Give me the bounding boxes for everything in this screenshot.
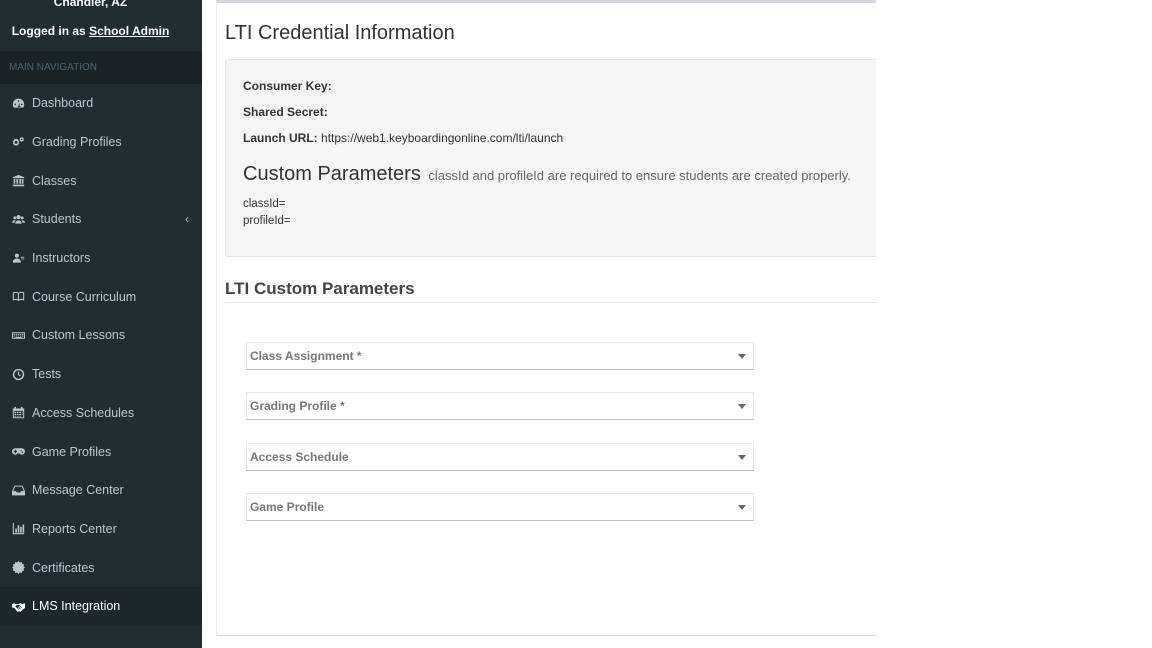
- select-placeholder: Game Profile: [250, 500, 325, 514]
- user-location: Chandler, AZ: [53, 0, 128, 9]
- users-icon: [11, 212, 26, 226]
- sidebar-item-message-center[interactable]: Message Center: [0, 471, 202, 510]
- grading-profile-select[interactable]: Grading Profile *: [246, 392, 754, 420]
- sidebar-item-label: Access Schedules: [32, 405, 135, 420]
- sidebar-item-dashboard[interactable]: Dashboard: [0, 84, 202, 123]
- sidebar-item-label: Game Profiles: [32, 444, 112, 459]
- param-profile-id: profileId=: [243, 215, 291, 227]
- certificate-icon: [11, 561, 26, 575]
- sidebar-item-label: Reports Center: [32, 521, 117, 536]
- nav-header: MAIN NAVIGATION: [0, 51, 202, 84]
- user-panel: Chandler, AZ Logged in as School Admin: [0, 0, 202, 51]
- clock-icon: [11, 367, 26, 381]
- consumer-key-row: Consumer Key:: [243, 79, 332, 93]
- launch-url-label: Launch URL:: [243, 131, 318, 145]
- caret-down-icon: [738, 505, 746, 510]
- sidebar-item-students[interactable]: Students ‹: [0, 200, 202, 239]
- gears-icon: [11, 135, 26, 149]
- keyboard-icon: [11, 328, 26, 342]
- custom-parameters-title: Custom Parameters: [243, 163, 421, 185]
- sidebar-item-label: Dashboard: [32, 96, 94, 111]
- instructor-icon: [11, 251, 26, 265]
- sidebar-item-tests[interactable]: Tests: [0, 355, 202, 394]
- username-link[interactable]: School Admin: [89, 24, 169, 38]
- sidebar: Chandler, AZ Logged in as School Admin M…: [0, 0, 202, 648]
- section-title: LTI Custom Parameters: [225, 279, 415, 298]
- consumer-key-label: Consumer Key:: [243, 79, 332, 93]
- sidebar-item-certificates[interactable]: Certificates: [0, 548, 202, 587]
- sidebar-item-instructors[interactable]: Instructors: [0, 239, 202, 278]
- launch-url-value: https://web1.keyboardingonline.com/lti/l…: [321, 131, 564, 145]
- inbox-icon: [11, 483, 26, 497]
- handshake-icon: [11, 599, 26, 613]
- sidebar-item-label: Classes: [32, 173, 77, 188]
- logged-in-text: Logged in as School Admin: [0, 24, 181, 38]
- sidebar-item-label: Message Center: [32, 483, 124, 498]
- sidebar-item-custom-lessons[interactable]: Custom Lessons: [0, 316, 202, 355]
- sidebar-item-course-curriculum[interactable]: Course Curriculum: [0, 277, 202, 316]
- sidebar-item-reports-center[interactable]: Reports Center: [0, 510, 202, 549]
- sidebar-item-label: Certificates: [32, 560, 95, 575]
- caret-down-icon: [738, 354, 746, 359]
- sidebar-item-label: Instructors: [32, 251, 91, 266]
- select-placeholder: Grading Profile *: [250, 399, 345, 413]
- sidebar-item-label: Tests: [32, 367, 62, 382]
- game-profile-select[interactable]: Game Profile: [246, 493, 754, 521]
- caret-down-icon: [738, 455, 746, 460]
- sidebar-item-access-schedules[interactable]: Access Schedules: [0, 394, 202, 433]
- shared-secret-row: Shared Secret:: [243, 105, 328, 119]
- page-title: LTI Credential Information: [225, 22, 455, 44]
- custom-parameters-heading: Custom Parameters classId and profileId …: [243, 163, 851, 186]
- access-schedule-select[interactable]: Access Schedule: [246, 443, 754, 471]
- param-class-id: classId=: [243, 198, 286, 210]
- institution-icon: [11, 174, 26, 188]
- sidebar-item-label: Grading Profiles: [32, 135, 122, 150]
- sidebar-item-lms-integration[interactable]: LMS Integration: [0, 586, 202, 626]
- shared-secret-label: Shared Secret:: [243, 105, 328, 119]
- caret-down-icon: [738, 404, 746, 409]
- select-placeholder: Class Assignment *: [250, 349, 362, 363]
- sidebar-item-classes[interactable]: Classes: [0, 161, 202, 200]
- calendar-icon: [11, 406, 26, 420]
- sidebar-item-game-profiles[interactable]: Game Profiles: [0, 432, 202, 471]
- launch-url-row: Launch URL: https://web1.keyboardingonli…: [243, 131, 563, 145]
- custom-parameters-note: classId and profileId are required to en…: [428, 168, 851, 183]
- sidebar-item-label: LMS Integration: [32, 599, 121, 614]
- select-placeholder: Access Schedule: [250, 450, 349, 464]
- dashboard-icon: [11, 96, 26, 110]
- gamepad-icon: [11, 445, 26, 459]
- sidebar-item-label: Custom Lessons: [32, 328, 126, 343]
- sidebar-item-label: Course Curriculum: [32, 289, 137, 304]
- section-divider: [225, 302, 876, 303]
- main-navigation: Dashboard Grading Profiles Classes Stude…: [0, 84, 202, 626]
- book-icon: [11, 290, 26, 304]
- logged-in-prefix: Logged in as: [11, 24, 86, 38]
- bar-chart-icon: [11, 522, 26, 536]
- class-assignment-select[interactable]: Class Assignment *: [246, 342, 754, 370]
- chevron-left-icon: ‹: [185, 212, 189, 227]
- sidebar-item-label: Students: [32, 212, 82, 227]
- sidebar-item-grading-profiles[interactable]: Grading Profiles: [0, 123, 202, 162]
